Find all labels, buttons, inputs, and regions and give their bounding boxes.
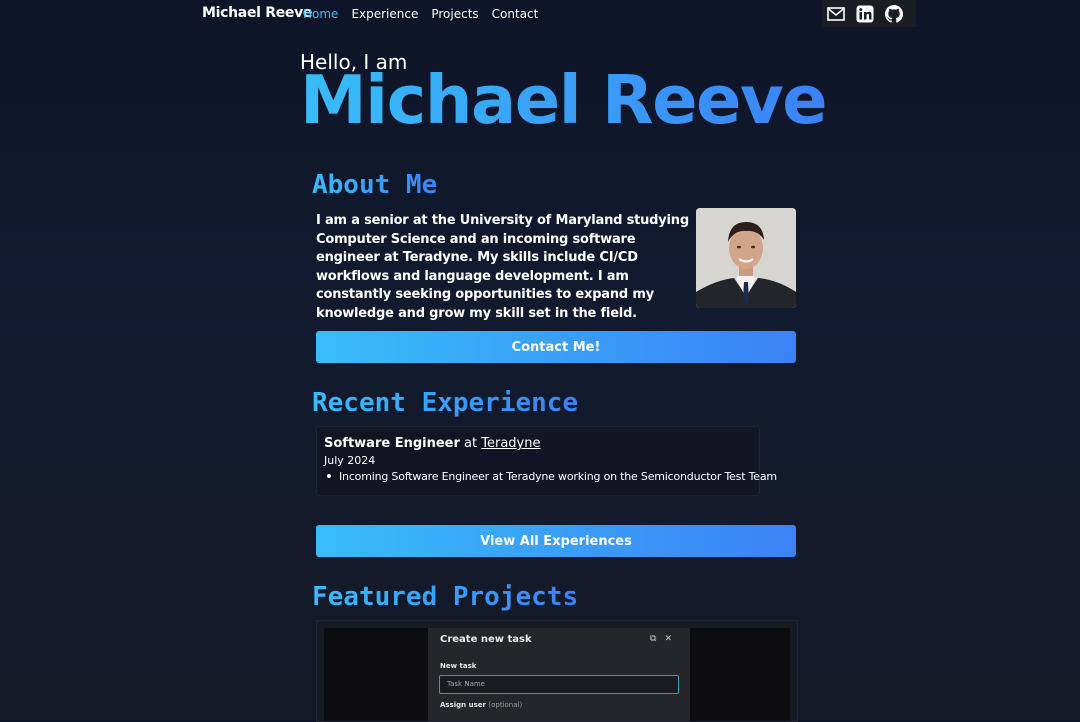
experience-title: Software Engineer at Teradyne <box>324 436 541 451</box>
nav-link-home[interactable]: Home <box>303 7 338 21</box>
preview-assign-text: Assign user <box>440 701 486 709</box>
linkedin-icon[interactable] <box>855 4 874 23</box>
preview-dialog-title: Create new task <box>440 634 532 645</box>
nav-link-experience[interactable]: Experience <box>351 7 418 21</box>
experience-at: at <box>464 436 478 451</box>
experience-role: Software Engineer <box>324 436 460 451</box>
nav-link-contact[interactable]: Contact <box>492 7 539 21</box>
project-screenshot: Create new task ⧉ ✕ New task Task Name A… <box>324 628 790 721</box>
popout-icon: ⧉ <box>650 634 657 644</box>
experience-bullet: Incoming Software Engineer at Teradyne w… <box>324 470 777 483</box>
brand-name[interactable]: Michael Reeve <box>202 5 312 21</box>
nav-link-projects[interactable]: Projects <box>431 7 478 21</box>
preview-assign-label: Assign user (optional) <box>440 701 522 709</box>
experience-company-link[interactable]: Teradyne <box>481 436 540 451</box>
view-all-experiences-button[interactable]: View All Experiences <box>316 525 796 557</box>
projects-heading: Featured Projects <box>312 582 579 612</box>
preview-dialog: Create new task ⧉ ✕ New task Task Name A… <box>428 628 690 721</box>
close-icon: ✕ <box>664 634 672 644</box>
about-heading: About Me <box>312 170 438 200</box>
preview-assign-optional: (optional) <box>488 701 523 709</box>
preview-new-task-label: New task <box>440 662 477 670</box>
about-text: I am a senior at the University of Maryl… <box>316 213 689 321</box>
social-links <box>822 0 916 27</box>
experience-date: July 2024 <box>324 454 376 467</box>
project-card[interactable]: Create new task ⧉ ✕ New task Task Name A… <box>316 620 798 722</box>
bullet-icon <box>327 474 331 478</box>
hero-name: Michael Reeve <box>300 61 828 139</box>
experience-card: Software Engineer at Teradyne July 2024 … <box>316 426 777 496</box>
navbar: Michael Reeve Home Experience Projects C… <box>0 0 1080 27</box>
preview-task-name-input: Task Name <box>439 675 679 694</box>
profile-photo <box>696 208 796 308</box>
preview-dialog-controls: ⧉ ✕ <box>650 634 672 644</box>
experience-heading: Recent Experience <box>312 388 579 418</box>
github-icon[interactable] <box>884 4 903 23</box>
contact-me-button[interactable]: Contact Me! <box>316 331 796 363</box>
mail-icon[interactable] <box>826 4 845 23</box>
nav-links: Home Experience Projects Contact <box>303 7 538 21</box>
experience-bullet-text: Incoming Software Engineer at Teradyne w… <box>339 470 777 483</box>
preview-task-placeholder: Task Name <box>447 680 485 688</box>
